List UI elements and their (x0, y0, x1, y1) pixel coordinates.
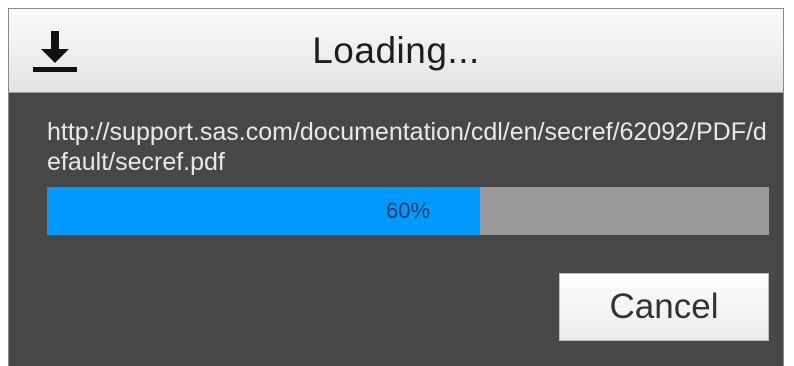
dialog-title: Loading... (312, 30, 480, 71)
dialog-title-bar: Loading... (9, 9, 783, 93)
download-dialog: Loading... http://support.sas.com/docume… (8, 8, 784, 366)
cancel-button[interactable]: Cancel (559, 273, 769, 341)
progress-percent-label: 60% (385, 198, 431, 223)
progress-bar: 60% (47, 187, 769, 235)
download-url: http://support.sas.com/documentation/cdl… (47, 118, 767, 176)
